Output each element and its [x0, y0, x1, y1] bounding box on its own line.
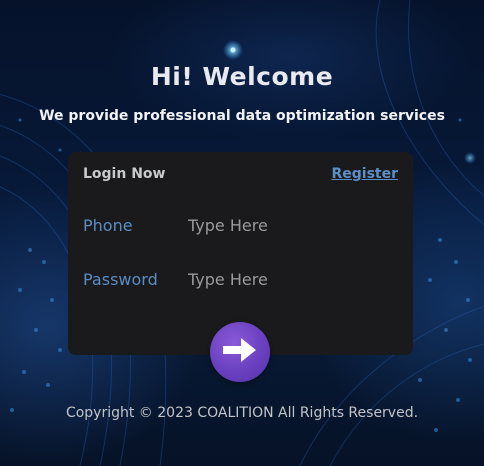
phone-label: Phone: [83, 216, 133, 235]
password-label: Password: [83, 270, 158, 289]
arrow-right-icon: [221, 335, 259, 369]
login-title: Login Now: [83, 166, 166, 182]
phone-input[interactable]: [184, 212, 392, 238]
copyright-footer: Copyright © 2023 COALITION All Rights Re…: [65, 405, 419, 421]
password-input[interactable]: [184, 266, 392, 292]
register-link[interactable]: Register: [331, 166, 398, 182]
login-submit-button[interactable]: [210, 322, 270, 382]
welcome-subtitle: We provide professional data optimizatio…: [39, 108, 445, 124]
welcome-heading: Hi! Welcome: [150, 62, 334, 91]
